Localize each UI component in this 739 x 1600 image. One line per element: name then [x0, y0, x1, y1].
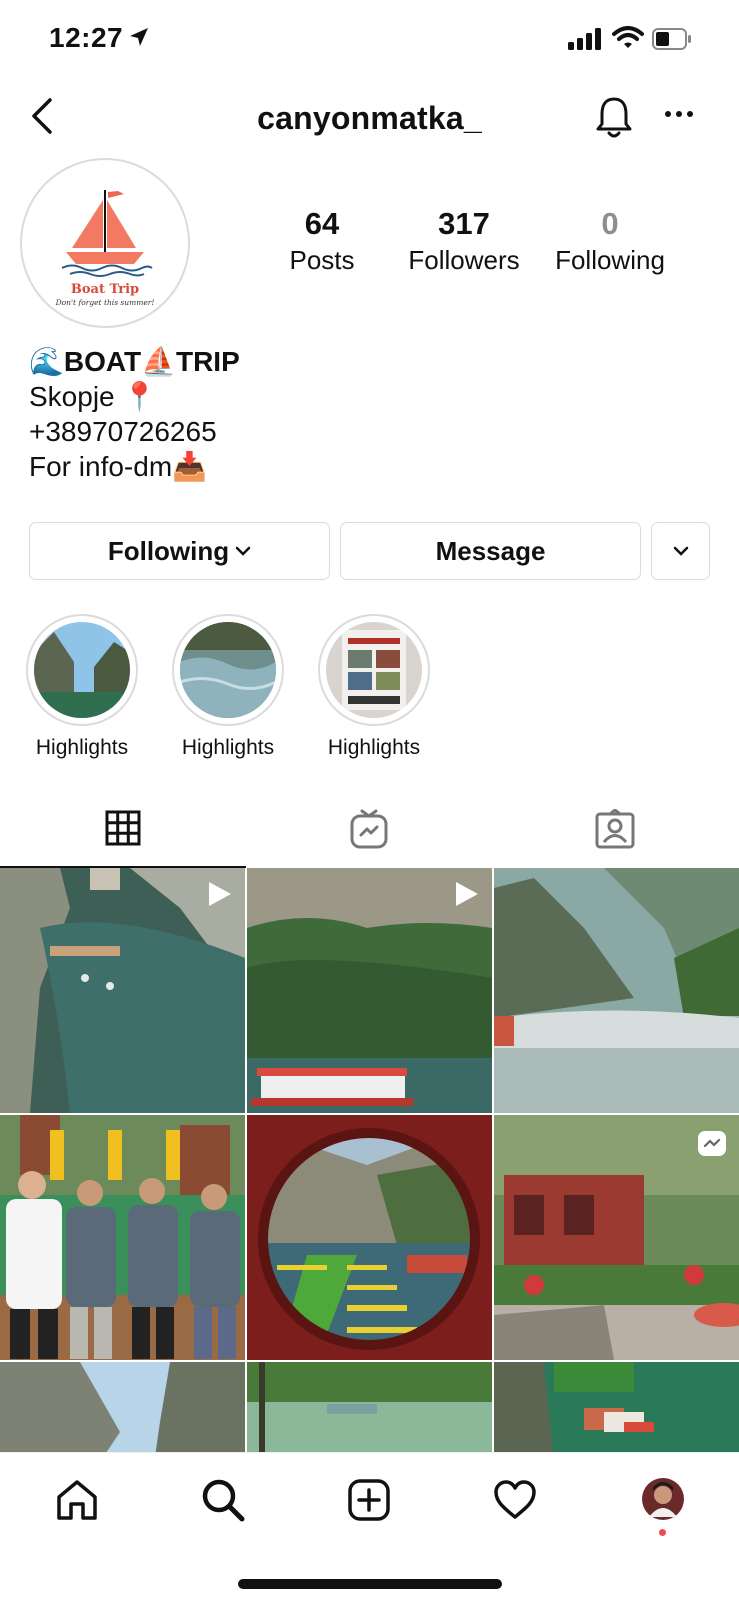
story-highlight[interactable]: Highlights	[318, 614, 430, 760]
post-thumbnail[interactable]	[494, 1115, 739, 1360]
bio-phone[interactable]: +38970726265	[29, 414, 709, 449]
post-thumbnail[interactable]	[247, 1362, 492, 1456]
cellular-signal-icon	[568, 28, 601, 50]
highlight-thumbnail	[326, 622, 422, 718]
tab-posts-grid[interactable]	[0, 790, 246, 868]
message-button-label: Message	[435, 535, 546, 566]
post-thumbnail[interactable]	[0, 1115, 245, 1360]
chevron-down-icon	[235, 546, 251, 556]
highlight-thumbnail	[34, 622, 130, 718]
notification-dot	[659, 1529, 666, 1536]
highlight-thumbnail	[180, 622, 276, 718]
tab-tagged[interactable]	[492, 790, 738, 868]
activity-heart-icon[interactable]	[492, 1477, 538, 1523]
bio-info: For info-dm📥	[29, 451, 208, 482]
wifi-icon	[612, 26, 644, 48]
profile-nav-bar: canyonmatka_	[0, 80, 739, 156]
battery-icon	[652, 28, 691, 50]
video-play-icon	[209, 882, 231, 906]
status-time: 12:27	[49, 22, 124, 53]
following-button[interactable]: Following	[29, 522, 330, 580]
avatar-tagline: Don't forget this summer!	[55, 298, 155, 307]
igtv-icon	[698, 1131, 726, 1156]
location-arrow-icon	[130, 28, 148, 46]
tab-igtv[interactable]	[246, 790, 492, 868]
story-highlight[interactable]: Highlights	[172, 614, 284, 760]
suggested-accounts-button[interactable]	[651, 522, 710, 580]
highlight-label: Highlights	[327, 736, 421, 759]
story-highlight[interactable]: Highlights	[26, 614, 138, 760]
posts-number: 64	[304, 206, 340, 241]
home-indicator	[238, 1579, 502, 1589]
message-button[interactable]: Message	[340, 522, 641, 580]
post-thumbnail[interactable]	[494, 868, 739, 1113]
profile-avatar[interactable]: Boat Trip Don't forget this summer!	[20, 158, 190, 328]
profile-tab-avatar[interactable]	[641, 1477, 685, 1521]
post-thumbnail[interactable]	[0, 1362, 245, 1456]
posts-grid	[0, 868, 739, 1456]
grid-icon	[105, 810, 141, 846]
profile-content-tabs	[0, 790, 739, 868]
post-thumbnail[interactable]	[247, 868, 492, 1113]
video-play-icon	[456, 882, 478, 906]
new-post-icon[interactable]	[346, 1477, 392, 1523]
boat-logo-icon	[61, 190, 153, 277]
profile-display-name: 🌊BOAT⛵TRIP	[29, 346, 240, 377]
followers-number: 317	[438, 206, 490, 241]
bio-location: Skopje 📍	[29, 381, 158, 412]
posts-count[interactable]: 64 Posts	[276, 206, 368, 276]
highlight-label: Highlights	[181, 736, 275, 759]
search-icon[interactable]	[200, 1477, 246, 1523]
following-count[interactable]: 0 Following	[544, 206, 676, 276]
post-thumbnail[interactable]	[0, 868, 245, 1113]
following-label: Following	[555, 245, 665, 275]
bottom-navigation-bar	[0, 1452, 739, 1600]
tagged-icon	[595, 809, 635, 849]
followers-label: Followers	[408, 245, 520, 275]
home-icon[interactable]	[54, 1477, 100, 1523]
status-bar: 12:27	[0, 0, 739, 80]
followers-count[interactable]: 317 Followers	[398, 206, 530, 276]
posts-label: Posts	[289, 245, 355, 275]
following-number: 0	[601, 206, 619, 241]
profile-bio: 🌊BOAT⛵TRIP Skopje 📍 +38970726265 For inf…	[29, 344, 709, 484]
chevron-down-icon	[673, 546, 688, 556]
post-thumbnail[interactable]	[247, 1115, 492, 1360]
post-thumbnail[interactable]	[494, 1362, 739, 1456]
avatar-brand-text: Boat Trip	[70, 282, 140, 297]
following-button-label: Following	[107, 535, 230, 566]
igtv-icon	[350, 809, 388, 849]
highlight-label: Highlights	[35, 736, 129, 759]
more-options-icon[interactable]	[664, 110, 694, 118]
notification-bell-icon[interactable]	[594, 94, 634, 140]
